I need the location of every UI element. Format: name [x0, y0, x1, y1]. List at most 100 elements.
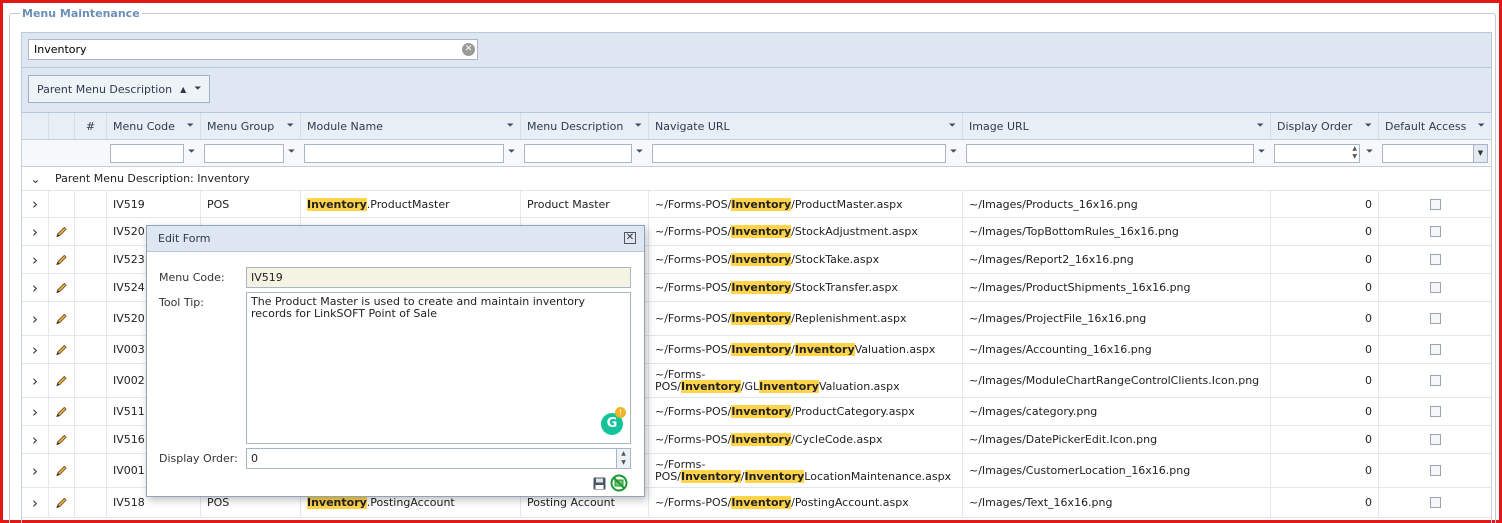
edit-pencil-icon[interactable] [55, 281, 68, 295]
clear-icon[interactable]: ✕ [462, 43, 475, 56]
row-edit-cell[interactable] [49, 426, 75, 453]
default-access-checkbox[interactable] [1429, 406, 1441, 417]
default-access-checkbox[interactable] [1429, 344, 1441, 355]
filter-icon[interactable]: ⏷ [188, 147, 195, 157]
row-expand-cell[interactable]: › [22, 218, 49, 245]
filter-spin-display-order[interactable]: ▲ ▼ [1274, 144, 1360, 163]
display-order-input[interactable]: 0 ▲ ▼ [246, 448, 631, 469]
filter-input-module-name[interactable] [304, 144, 504, 163]
edit-pencil-icon[interactable] [55, 433, 68, 447]
row-expand-cell[interactable]: › [22, 246, 49, 273]
default-access-checkbox[interactable] [1429, 497, 1441, 508]
edit-pencil-icon[interactable] [55, 374, 68, 388]
edit-pencil-icon[interactable] [55, 253, 68, 267]
edit-pencil-icon[interactable] [55, 312, 68, 326]
expand-icon[interactable]: › [32, 223, 38, 241]
filter-icon[interactable]: ⏷ [194, 84, 201, 94]
default-access-checkbox[interactable] [1429, 434, 1441, 445]
row-edit-cell[interactable] [49, 364, 75, 397]
default-access-checkbox[interactable] [1429, 198, 1441, 210]
expand-icon[interactable]: › [32, 310, 38, 328]
expand-icon[interactable]: › [32, 279, 38, 297]
default-access-checkbox[interactable] [1429, 254, 1441, 265]
row-expand-cell[interactable]: › [22, 336, 49, 363]
sort-asc-icon[interactable]: ▲ [180, 85, 186, 94]
row-edit-cell[interactable] [49, 218, 75, 245]
expand-icon[interactable]: › [32, 431, 38, 449]
filter-icon[interactable]: ⏷ [1478, 121, 1485, 131]
row-expand-cell[interactable]: › [22, 454, 49, 487]
header-image-url[interactable]: Image URL ⏷ [963, 113, 1271, 139]
filter-icon[interactable]: ⏷ [508, 147, 515, 157]
header-menu-code[interactable]: Menu Code ⏷ [107, 113, 201, 139]
spin-up-down-icon[interactable]: ▲ ▼ [1352, 145, 1357, 161]
close-icon[interactable]: ✕ [624, 232, 636, 244]
filter-input-menu-description[interactable] [524, 144, 632, 163]
row-edit-cell[interactable] [49, 488, 75, 517]
filter-icon[interactable]: ⏷ [187, 121, 194, 131]
default-access-checkbox[interactable] [1429, 282, 1441, 293]
edit-pencil-icon[interactable] [55, 225, 68, 239]
edit-pencil-icon[interactable] [55, 343, 68, 357]
expand-icon[interactable]: › [32, 403, 38, 421]
header-menu-group[interactable]: Menu Group ⏷ [201, 113, 301, 139]
dropdown-arrow-icon[interactable]: ▼ [1473, 145, 1487, 162]
row-edit-cell[interactable] [49, 274, 75, 301]
filter-input-menu-code[interactable] [110, 144, 184, 163]
expand-icon[interactable]: › [32, 372, 38, 390]
filter-icon[interactable]: ⏷ [1365, 121, 1372, 131]
row-expand-cell[interactable]: › [22, 364, 49, 397]
row-edit-cell[interactable] [49, 302, 75, 335]
filter-input-menu-group[interactable] [204, 144, 284, 163]
row-edit-cell[interactable] [49, 336, 75, 363]
edit-pencil-icon[interactable] [55, 464, 68, 478]
filter-icon[interactable]: ⏷ [1257, 121, 1264, 131]
cancel-icon[interactable] [610, 474, 628, 492]
default-access-checkbox[interactable] [1429, 465, 1441, 476]
row-expand-cell[interactable]: › [22, 191, 49, 217]
row-edit-cell[interactable] [49, 398, 75, 425]
default-access-checkbox[interactable] [1429, 375, 1441, 386]
filter-icon[interactable]: ⏷ [950, 147, 957, 157]
row-expand-cell[interactable]: › [22, 426, 49, 453]
filter-input-navigate-url[interactable] [652, 144, 946, 163]
default-access-checkbox[interactable] [1429, 226, 1441, 237]
table-row[interactable]: › IV519 POS Inventory .ProductMaster Product … [22, 191, 1491, 218]
row-expand-cell[interactable]: › [22, 398, 49, 425]
edit-pencil-icon[interactable] [55, 496, 68, 510]
expand-icon[interactable]: › [32, 251, 38, 269]
filter-icon[interactable]: ⏷ [949, 121, 956, 131]
filter-icon[interactable]: ⏷ [635, 121, 642, 131]
expand-icon[interactable]: › [32, 195, 38, 213]
header-menu-description[interactable]: Menu Description ⏷ [521, 113, 649, 139]
edit-pencil-icon[interactable] [55, 405, 68, 419]
collapse-icon[interactable]: ⌄ [22, 167, 49, 190]
save-icon[interactable] [593, 477, 606, 490]
tooltip-textarea[interactable]: The Product Master is used to create and… [246, 292, 631, 444]
header-default-access[interactable]: Default Access ⏷ [1379, 113, 1491, 139]
search-input[interactable] [28, 39, 478, 60]
filter-input-image-url[interactable] [966, 144, 1254, 163]
expand-icon[interactable]: › [32, 462, 38, 480]
default-access-checkbox[interactable] [1429, 313, 1441, 324]
spin-up-down-icon[interactable]: ▲ ▼ [616, 449, 630, 468]
filter-icon[interactable]: ⏷ [287, 121, 294, 131]
row-edit-cell[interactable] [49, 454, 75, 487]
filter-icon[interactable]: ⏷ [507, 121, 514, 131]
filter-icon[interactable]: ⏷ [1366, 147, 1373, 157]
filter-icon[interactable]: ⏷ [288, 147, 295, 157]
filter-icon[interactable]: ⏷ [636, 147, 643, 157]
expand-icon[interactable]: › [32, 341, 38, 359]
expand-icon[interactable]: › [32, 494, 38, 512]
group-row[interactable]: ⌄ Parent Menu Description: Inventory [22, 167, 1491, 191]
row-expand-cell[interactable]: › [22, 302, 49, 335]
row-expand-cell[interactable]: › [22, 274, 49, 301]
group-chip-parent-menu-description[interactable]: Parent Menu Description ▲ ⏷ [28, 75, 211, 103]
filter-select-default-access[interactable]: ▼ [1382, 144, 1488, 163]
header-module-name[interactable]: Module Name ⏷ [301, 113, 521, 139]
row-edit-cell[interactable] [49, 246, 75, 273]
header-display-order[interactable]: Display Order ⏷ [1271, 113, 1379, 139]
header-navigate-url[interactable]: Navigate URL ⏷ [649, 113, 963, 139]
filter-icon[interactable]: ⏷ [1258, 147, 1265, 157]
row-expand-cell[interactable]: › [22, 488, 49, 517]
